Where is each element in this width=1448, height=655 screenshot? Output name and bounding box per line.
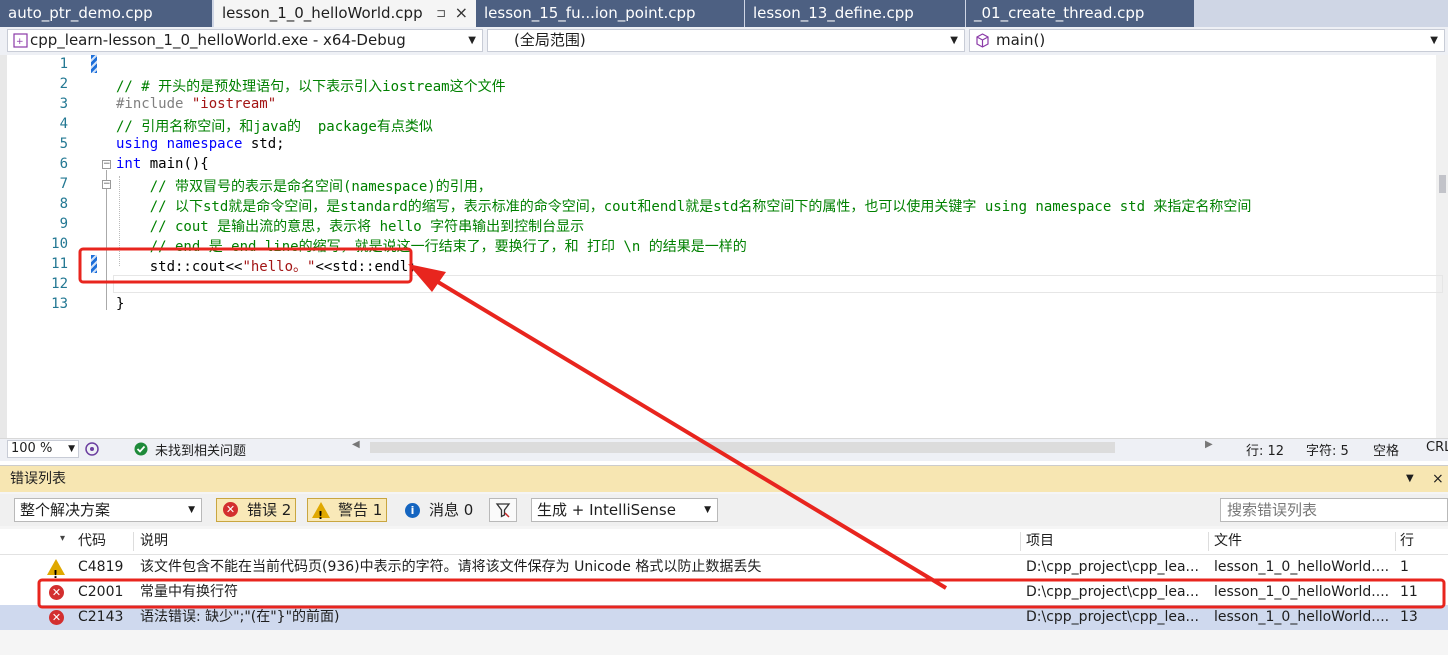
highlight-box-code xyxy=(78,247,413,284)
highlight-box-error xyxy=(37,578,1446,609)
annotation-overlay xyxy=(37,247,1446,609)
annotation-arrow-line xyxy=(426,274,948,590)
annotation-arrow-head xyxy=(408,264,446,292)
